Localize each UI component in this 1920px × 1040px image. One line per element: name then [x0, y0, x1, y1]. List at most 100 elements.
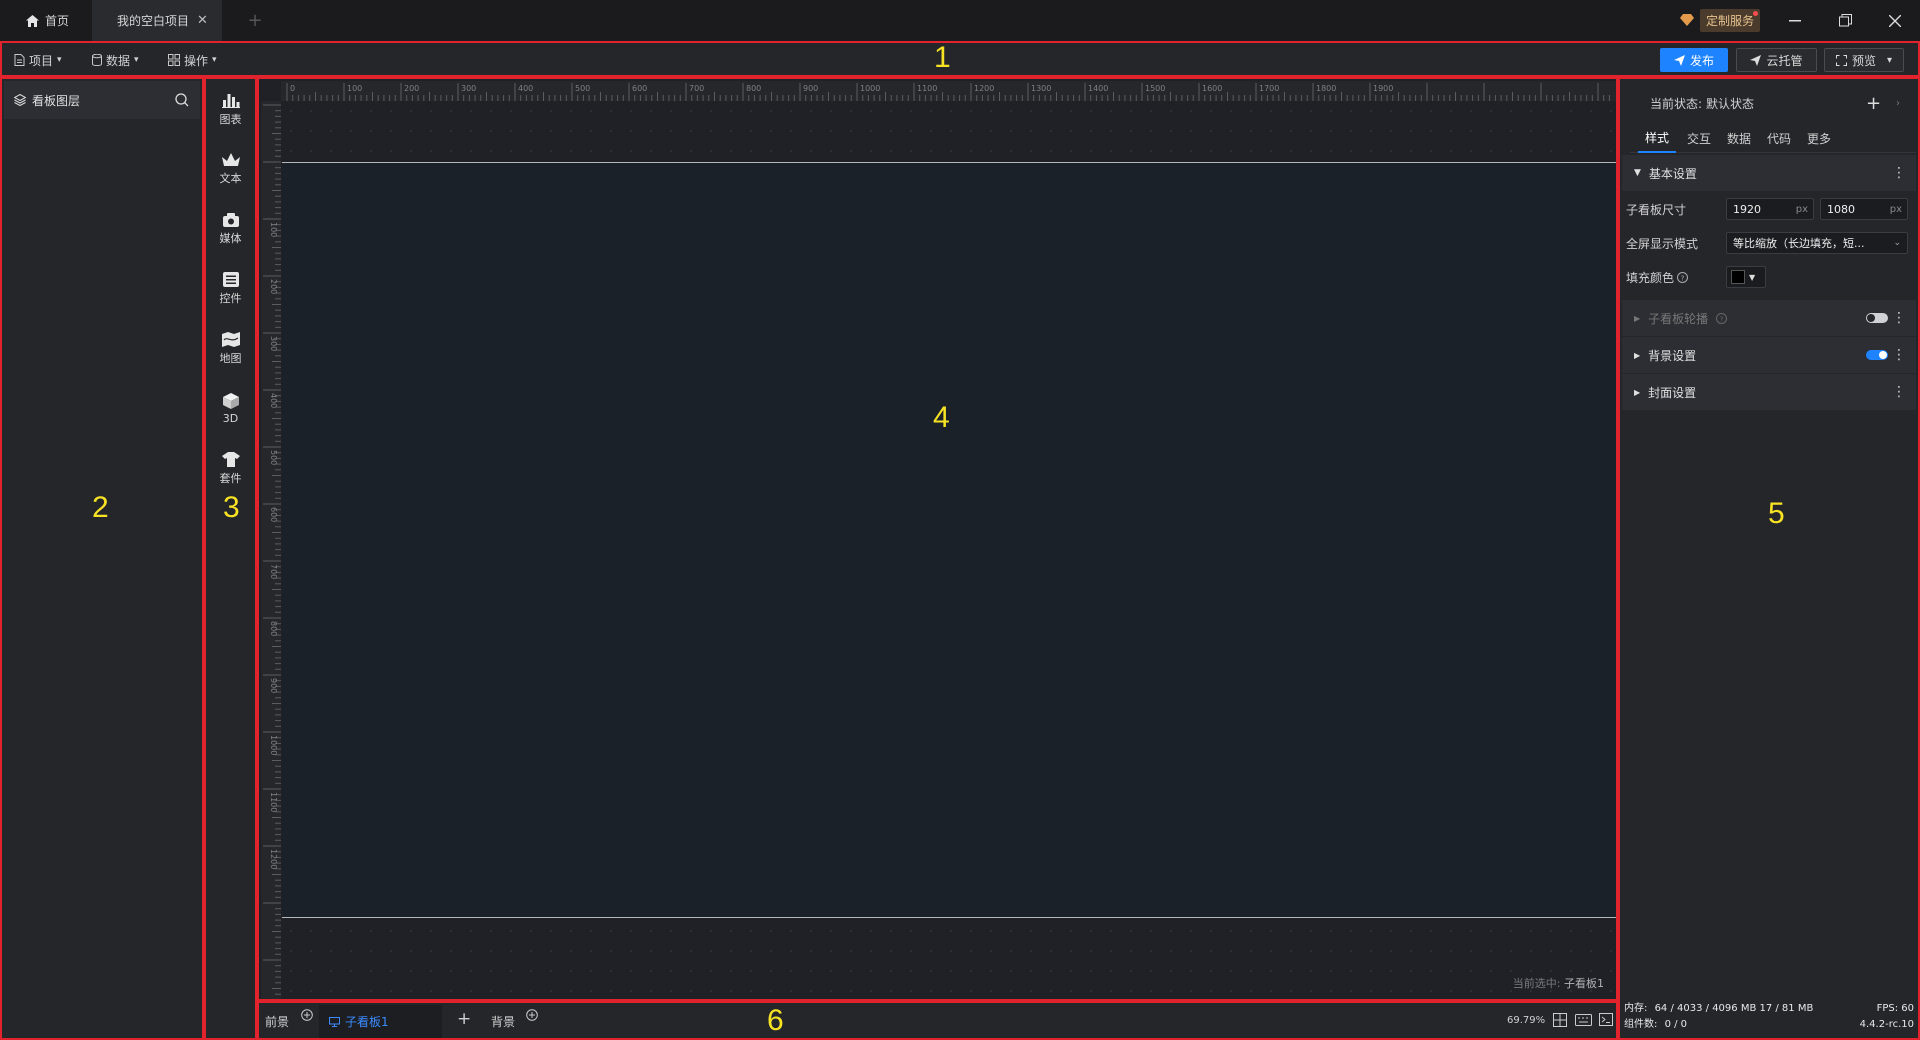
menu-operation-label: 操作 [184, 53, 209, 68]
sub-board-tab-label: 子看板1 [345, 1015, 389, 1029]
selection-prefix: 当前选中: [1512, 977, 1561, 990]
background-label[interactable]: 背景 [491, 1013, 515, 1030]
fullscreen-select[interactable]: 等比缩放（长边填充，短... ⌄ [1726, 232, 1908, 254]
media-icon [222, 213, 239, 227]
ruler-tick-label: 300 [269, 336, 278, 351]
zone-label-3: 3 [223, 491, 240, 524]
keyboard-icon[interactable] [1575, 1014, 1592, 1026]
tab-style[interactable]: 样式 [1638, 123, 1677, 153]
property-tabs: 样式 交互 数据 代码 更多 [1630, 123, 1916, 153]
vertical-ruler[interactable]: 100 200 300 400 500 600 700 800 900 1000 1100 1200 [261, 101, 281, 999]
ruler-tick-label: 200 [269, 279, 278, 294]
menu-project[interactable]: 项目 ▾ [14, 49, 62, 71]
more-vertical-icon[interactable]: ⋮ [1892, 166, 1906, 180]
state-label: 当前状态: [1650, 96, 1703, 111]
carousel-toggle[interactable] [1866, 313, 1888, 323]
menu-operation[interactable]: 操作 ▾ [168, 49, 217, 71]
state-value[interactable]: 默认状态 [1706, 95, 1754, 112]
svg-text:?: ? [1681, 274, 1685, 282]
chevron-down-icon: ▾ [212, 55, 217, 65]
tab-data[interactable]: 数据 [1727, 123, 1751, 153]
search-icon[interactable] [175, 93, 189, 107]
diamond-icon [1680, 14, 1694, 26]
minimize-button[interactable] [1770, 0, 1820, 41]
ruler-tick-label: 100 [269, 222, 278, 237]
properties-panel: 当前状态: 默认状态 + › 样式 交互 数据 代码 更多 ▼ 基本设置 ⋮ 子… [1618, 77, 1920, 1040]
tab-home[interactable]: 首页 [0, 0, 92, 41]
help-icon[interactable]: ? [1716, 312, 1728, 324]
terminal-icon[interactable] [1599, 1013, 1613, 1026]
add-tab-button[interactable]: + [238, 0, 272, 41]
chevron-down-icon: ▾ [57, 55, 62, 65]
carousel-label: 子看板轮播 [1648, 311, 1709, 326]
close-tab-icon[interactable]: ✕ [197, 13, 208, 28]
ruler-tick-label: 300 [461, 84, 476, 93]
carousel-section[interactable]: ▶ 子看板轮播 ? ⋮ [1622, 300, 1916, 336]
tab-project[interactable]: 我的空白项目 ✕ [92, 0, 222, 41]
send-icon [1673, 54, 1685, 66]
fill-color-picker[interactable]: ▼ [1726, 266, 1766, 288]
component-kit[interactable]: 套件 [206, 445, 255, 493]
close-window-button[interactable] [1870, 0, 1920, 41]
fps-value: 60 [1901, 1003, 1914, 1014]
title-bar: 首页 我的空白项目 ✕ + 定制服务 [0, 0, 1920, 41]
foreground-label[interactable]: 前景 [265, 1013, 289, 1030]
component-map[interactable]: 地图 [206, 325, 255, 373]
ruler-tick-label: 1400 [1088, 84, 1108, 93]
ruler-tick-label: 1800 [1316, 84, 1336, 93]
menu-data[interactable]: 数据 ▾ [92, 49, 139, 71]
ruler-ticks: 100 200 300 400 500 600 700 800 900 1000 1100 1200 [263, 104, 281, 995]
more-vertical-icon[interactable]: ⋮ [1892, 385, 1906, 399]
zoom-level[interactable]: 69.79% [1507, 1015, 1545, 1026]
restore-button[interactable] [1820, 0, 1870, 41]
publish-button[interactable]: 发布 [1660, 48, 1728, 72]
tab-more[interactable]: 更多 [1807, 123, 1831, 153]
tab-interaction[interactable]: 交互 [1687, 123, 1711, 153]
cover-section[interactable]: ▶ 封面设置 ⋮ [1622, 374, 1916, 410]
add-sub-board-button[interactable]: + [457, 1009, 471, 1029]
height-unit: px [1889, 203, 1902, 215]
zone-label-6: 6 [767, 1004, 784, 1037]
menu-project-label: 项目 [29, 53, 54, 68]
ruler-tick-label: 1200 [974, 84, 994, 93]
preview-label: 预览 [1851, 53, 1876, 68]
zone-label-5: 5 [1768, 497, 1785, 530]
sub-board-tab[interactable]: 子看板1 [319, 1005, 442, 1038]
component-media[interactable]: 媒体 [206, 205, 255, 253]
custom-service-button[interactable]: 定制服务 [1680, 8, 1761, 32]
canvas-area[interactable]: 0 100 200 300 400 500 600 700 800 900 1000 1100 1200… [257, 77, 1618, 1001]
add-circle-icon[interactable] [526, 1009, 538, 1021]
component-3d[interactable]: 3D [206, 385, 255, 433]
component-text[interactable]: 文本 [206, 145, 255, 193]
monitor-icon [329, 1016, 340, 1027]
main-toolbar: 项目 ▾ 数据 ▾ 操作 ▾ 1 发布 云托管 预览 ▾ [0, 41, 1920, 77]
tab-code[interactable]: 代码 [1767, 123, 1791, 153]
size-label: 子看板尺寸 [1626, 202, 1687, 217]
more-vertical-icon[interactable]: ⋮ [1892, 348, 1906, 362]
component-chart-label: 图表 [219, 112, 242, 126]
fit-screen-icon[interactable] [1553, 1013, 1567, 1027]
layers-title: 看板图层 [32, 93, 81, 108]
more-vertical-icon[interactable]: ⋮ [1892, 311, 1906, 325]
add-state-icon[interactable]: + [1866, 93, 1881, 114]
component-chart[interactable]: 图表 [206, 85, 255, 133]
ruler-ticks: 0 100 200 300 400 500 600 700 800 900 1000 1100 1200… [286, 83, 1610, 101]
kit-icon [221, 452, 240, 467]
sub-board-canvas[interactable] [282, 162, 1616, 918]
width-input[interactable]: 1920 px [1726, 198, 1814, 220]
preview-button[interactable]: 预览 ▾ [1824, 48, 1904, 72]
help-icon[interactable]: ? [1677, 271, 1689, 283]
chevron-down-icon: ⌄ [1893, 238, 1901, 248]
basic-settings-section[interactable]: ▼ 基本设置 ⋮ [1622, 155, 1916, 191]
cloud-host-button[interactable]: 云托管 [1736, 48, 1817, 72]
add-circle-icon[interactable] [301, 1009, 313, 1021]
horizontal-ruler[interactable]: 0 100 200 300 400 500 600 700 800 900 1000 1100 1200… [281, 81, 1616, 101]
width-unit: px [1795, 203, 1808, 215]
component-widget[interactable]: 控件 [206, 265, 255, 313]
background-section[interactable]: ▶ 背景设置 ⋮ [1622, 337, 1916, 373]
chevron-down-icon[interactable]: ▾ [1887, 55, 1892, 66]
height-input[interactable]: 1080 px [1820, 198, 1908, 220]
tab-code-label: 代码 [1767, 131, 1792, 146]
background-toggle[interactable] [1866, 350, 1888, 360]
chevron-right-icon[interactable]: › [1896, 98, 1900, 109]
